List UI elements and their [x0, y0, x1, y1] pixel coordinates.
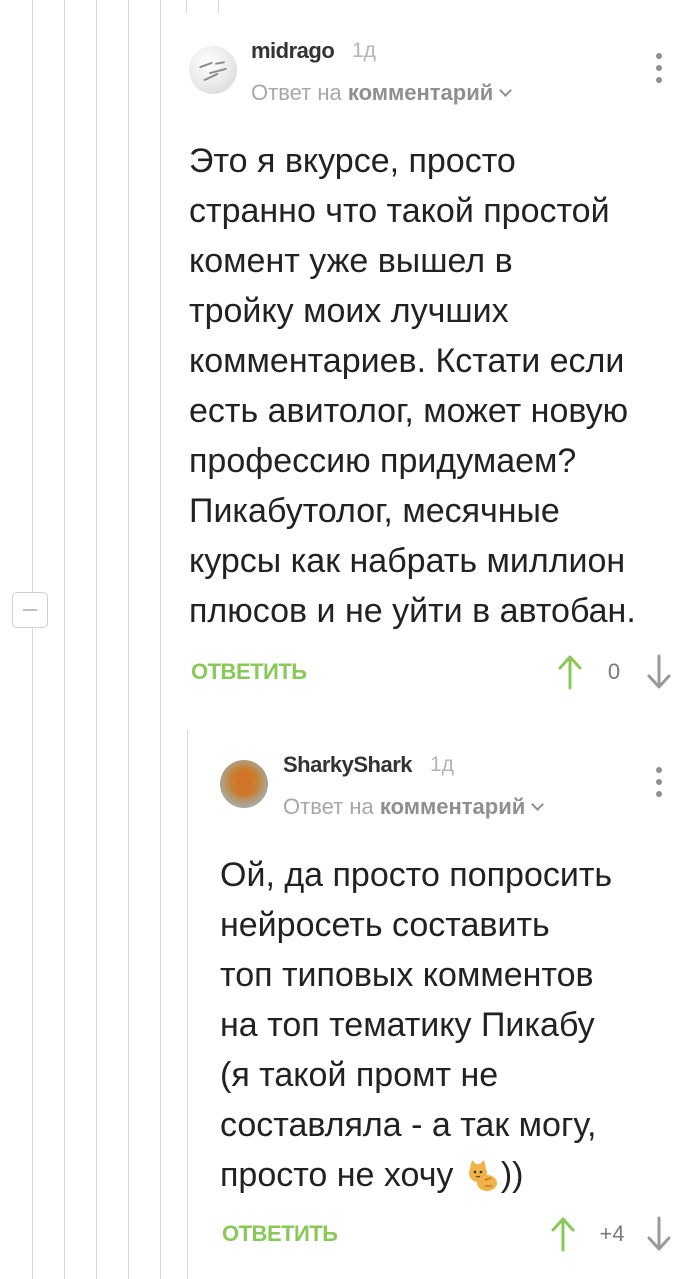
- arrow-down-icon[interactable]: [646, 654, 672, 690]
- text-line: просто не хочу )): [220, 1150, 612, 1200]
- thread-line: [96, 0, 97, 1279]
- reply-target: комментарий: [379, 794, 526, 819]
- text-line: плюсов и не уйти в автобан.: [189, 592, 636, 630]
- thread-line: [187, 730, 188, 1279]
- comment-time: 1д: [352, 39, 376, 62]
- thread-line: [160, 0, 161, 1279]
- text-line: Ой, да просто попросить: [220, 856, 613, 894]
- text-line: странно что такой простой: [189, 192, 610, 230]
- text-line: нейросеть составить: [220, 906, 550, 944]
- text-line: на топ тематику Пикабу: [220, 1006, 595, 1044]
- kebab-menu-icon[interactable]: [653, 767, 665, 803]
- thread-line: [218, 0, 219, 14]
- reply-button[interactable]: ОТВЕТИТЬ: [222, 1221, 338, 1247]
- reply-button[interactable]: ОТВЕТИТЬ: [191, 659, 307, 685]
- text-line-part: просто не хочу: [220, 1156, 454, 1194]
- rating-value: +4: [599, 1221, 625, 1246]
- username[interactable]: midrago: [251, 38, 335, 64]
- kebab-menu-icon[interactable]: [653, 53, 665, 89]
- reply-to-link[interactable]: Ответ на комментарий: [251, 80, 513, 106]
- username[interactable]: SharkyShark: [283, 752, 413, 778]
- reply-prefix: Ответ на: [251, 80, 342, 105]
- avatar[interactable]: [220, 760, 268, 808]
- text-line: комментариев. Кстати если: [189, 342, 625, 380]
- avatar[interactable]: [189, 46, 237, 94]
- text-line: профессию придумаем?: [189, 442, 577, 480]
- thread-line: [32, 0, 33, 1279]
- text-line: тройку моих лучших: [189, 292, 509, 330]
- chevron-down-icon: [499, 84, 513, 97]
- reply-target: комментарий: [347, 80, 494, 105]
- thread-line: [186, 0, 187, 14]
- text-line: составляла - а так могу,: [220, 1106, 597, 1144]
- arrow-up-icon[interactable]: [557, 654, 583, 690]
- reply-to-link[interactable]: Ответ на комментарий: [283, 794, 545, 820]
- thread-line: [128, 0, 129, 1279]
- text-line: Это я вкурсе, просто: [189, 142, 516, 180]
- comment-time: 1д: [430, 753, 454, 776]
- collapse-thread-icon[interactable]: [12, 592, 48, 628]
- comment-text: Это я вкурсе, просто странно что такой п…: [189, 136, 636, 636]
- cat-emoji-icon: [465, 1156, 499, 1191]
- text-line: (я такой промт не: [220, 1056, 499, 1094]
- rating-value: 0: [607, 659, 621, 684]
- text-line-suffix: )): [500, 1156, 524, 1194]
- chevron-down-icon: [531, 798, 545, 811]
- thread-line: [64, 0, 65, 1279]
- comment-thread-page: midrago 1д Ответ на комментарий Это я вк…: [0, 0, 700, 1279]
- text-line: комент уже вышел в: [189, 242, 513, 280]
- arrow-down-icon[interactable]: [646, 1216, 672, 1252]
- arrow-up-icon[interactable]: [550, 1216, 576, 1252]
- reply-prefix: Ответ на: [283, 794, 374, 819]
- text-line: Пикабутолог, месячные: [189, 492, 560, 530]
- text-line: топ типовых комментов: [220, 956, 594, 994]
- comment-text: Ой, да просто попросить нейросеть состав…: [220, 850, 612, 1200]
- text-line: есть авитолог, может новую: [189, 392, 629, 430]
- text-line: курсы как набрать миллион: [189, 542, 626, 580]
